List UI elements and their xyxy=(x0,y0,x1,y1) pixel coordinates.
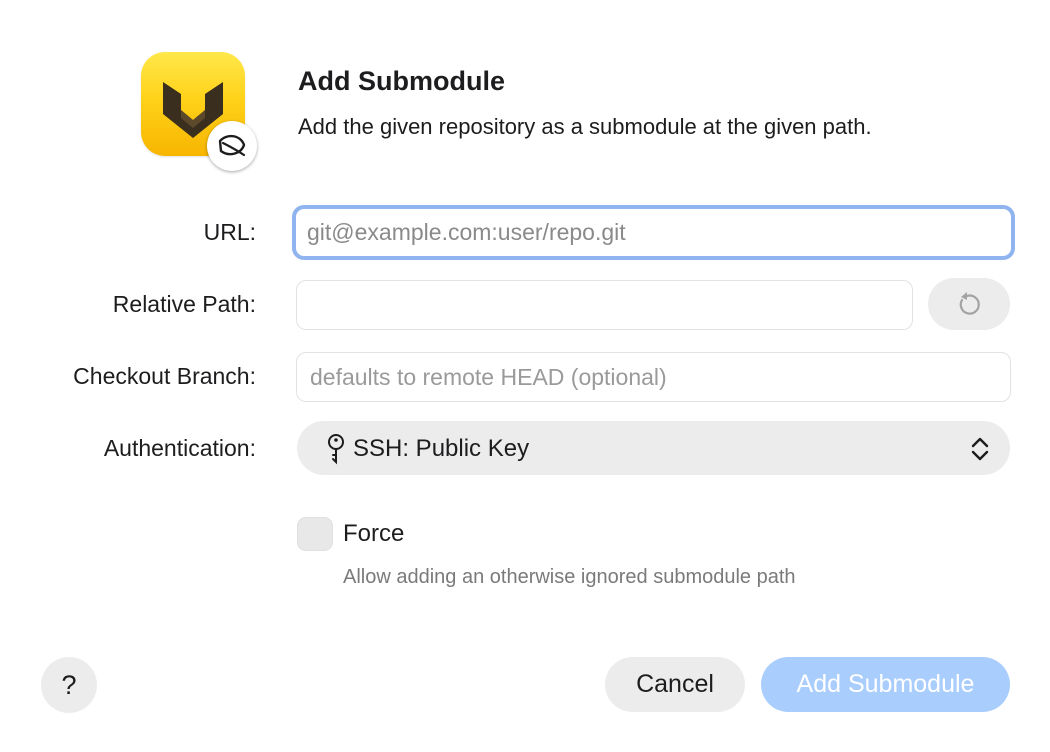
up-down-chevron-icon xyxy=(971,437,989,461)
relative-path-label: Relative Path: xyxy=(112,291,256,317)
add-submodule-dialog: Add Submodule Add the given repository a… xyxy=(0,0,1050,752)
add-submodule-button[interactable]: Add Submodule xyxy=(761,657,1010,712)
url-label: URL: xyxy=(203,219,256,245)
force-checkbox[interactable] xyxy=(297,517,333,551)
authentication-select[interactable]: SSH: Public Key xyxy=(297,421,1010,475)
force-label[interactable]: Force xyxy=(343,520,404,548)
cancel-button[interactable]: Cancel xyxy=(605,657,745,712)
url-input[interactable] xyxy=(292,205,1015,260)
authentication-value: SSH: Public Key xyxy=(353,435,530,462)
dialog-title: Add Submodule xyxy=(298,66,505,96)
reset-arrow-icon xyxy=(959,292,980,315)
key-icon xyxy=(328,434,344,465)
authentication-label: Authentication: xyxy=(103,435,256,461)
help-button[interactable]: ? xyxy=(41,657,97,713)
checkout-branch-input[interactable] xyxy=(296,352,1011,402)
relative-path-input[interactable] xyxy=(296,280,913,330)
force-hint: Allow adding an otherwise ignored submod… xyxy=(343,566,796,588)
dialog-subtitle: Add the given repository as a submodule … xyxy=(298,114,872,139)
leaf-badge-icon xyxy=(207,121,257,171)
reset-path-button[interactable] xyxy=(928,278,1010,330)
checkout-branch-label: Checkout Branch: xyxy=(73,363,256,389)
